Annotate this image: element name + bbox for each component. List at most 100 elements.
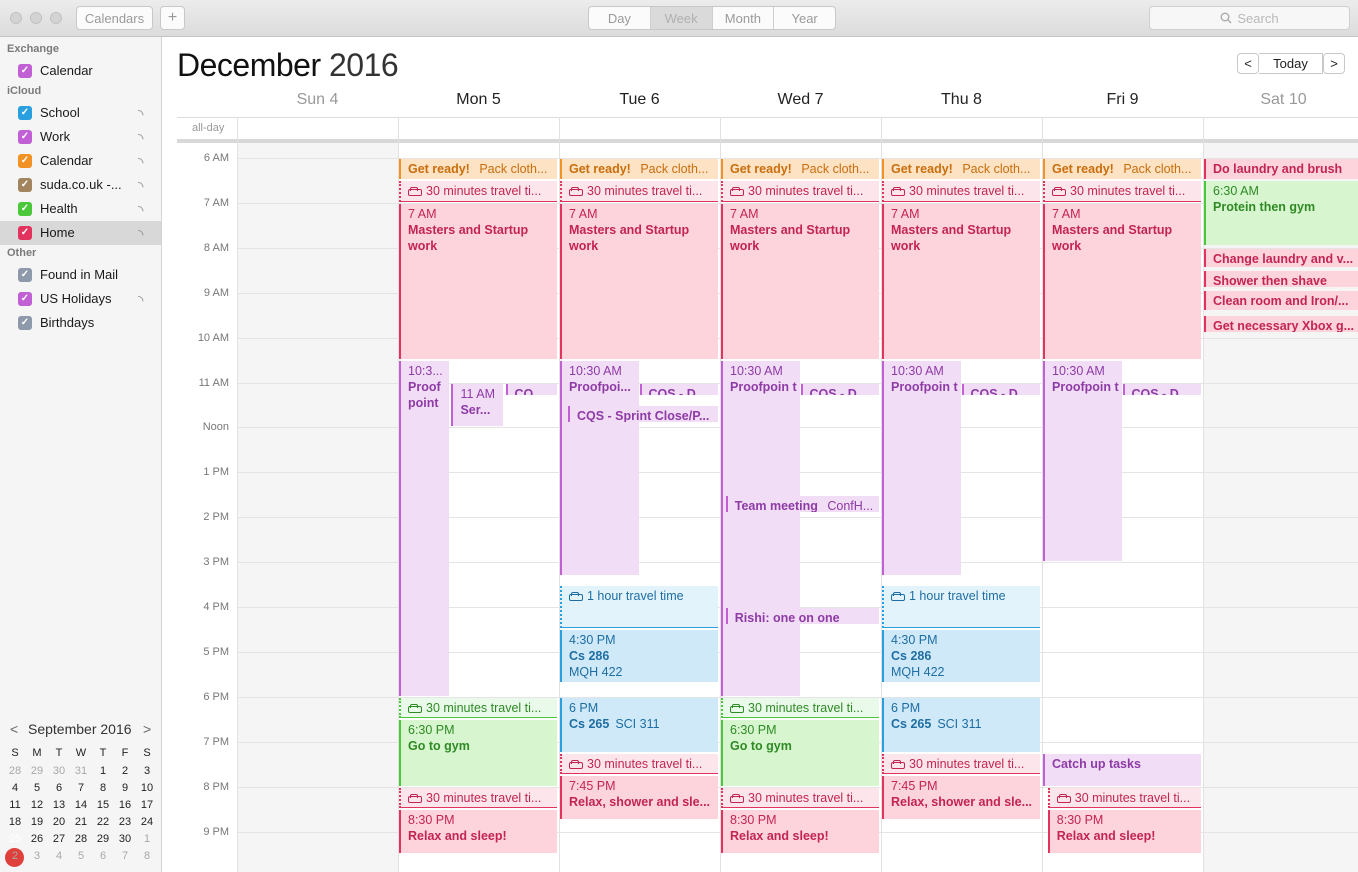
checkbox-icon[interactable]: ✓ [18,130,32,144]
calendar-event[interactable]: 6:30 PM Go to gym [721,720,879,786]
calendar-event[interactable]: 4:30 PM Cs 286 MQH 422 [560,630,718,683]
mini-calendar-day[interactable]: 29 [26,765,48,777]
day-header[interactable]: Mon 5 [398,91,559,109]
mini-calendar-day[interactable]: 2 [4,850,26,862]
day-header[interactable]: Sat 10 [1203,91,1358,109]
calendar-event[interactable]: Clean room and Iron/... [1204,291,1358,310]
mini-calendar-day[interactable]: 31 [70,765,92,777]
mini-calendar-day[interactable]: 7 [114,850,136,862]
calendars-button[interactable]: Calendars [76,6,153,30]
calendar-event[interactable]: 7:45 PM Relax, shower and sle... [882,776,1040,820]
mini-calendar-next-button[interactable]: > [143,721,151,737]
calendar-event[interactable]: 7 AM Masters and Startup work [399,203,557,360]
mini-calendar-day[interactable]: 28 [4,765,26,777]
mini-calendar-day[interactable]: 6 [48,782,70,794]
zoom-window-button[interactable] [50,12,62,24]
calendar-event[interactable]: Change laundry and v... [1204,248,1358,267]
calendar-event[interactable]: CQS - D... [1122,383,1201,395]
calendar-item[interactable]: ✓ Health ◝ [0,197,161,221]
mini-calendar-day[interactable]: 1 [92,765,114,777]
checkbox-icon[interactable]: ✓ [18,268,32,282]
mini-calendar-day[interactable]: 1 [136,833,158,845]
calendar-item[interactable]: ✓ suda.co.uk -... ◝ [0,173,161,197]
mini-calendar-day[interactable]: 6 [92,850,114,862]
mini-calendar-day[interactable]: 13 [48,799,70,811]
mini-calendar-day[interactable]: 23 [114,816,136,828]
calendar-event[interactable]: 6 PM Cs 265 SCI 311 [882,697,1040,752]
checkbox-icon[interactable]: ✓ [18,178,32,192]
calendar-event[interactable]: 7 AM Masters and Startup work [560,203,718,360]
mini-calendar-day[interactable]: 21 [70,816,92,828]
mini-calendar-day[interactable]: 18 [4,816,26,828]
mini-calendar-day[interactable]: 11 [4,799,26,811]
calendar-item[interactable]: ✓ Calendar [0,59,161,83]
search-field[interactable]: Search [1149,6,1350,30]
today-button[interactable]: Today [1259,53,1323,74]
calendar-event[interactable]: 7 AM Masters and Startup work [882,203,1040,360]
calendar-event[interactable]: 6 PM Cs 265 SCI 311 [560,697,718,752]
mini-calendar-day[interactable]: 9 [114,782,136,794]
checkbox-icon[interactable]: ✓ [18,226,32,240]
checkbox-icon[interactable]: ✓ [18,64,32,78]
calendar-item[interactable]: ✓ Found in Mail [0,263,161,287]
day-header[interactable]: Sun 4 [237,91,398,109]
calendar-event[interactable]: 6:30 PM Go to gym [399,720,557,786]
calendar-item[interactable]: ✓ US Holidays ◝ [0,287,161,311]
mini-calendar-day[interactable]: 24 [136,816,158,828]
close-window-button[interactable] [10,12,22,24]
mini-calendar-day[interactable]: 19 [26,816,48,828]
mini-calendar-day[interactable]: 14 [70,799,92,811]
mini-calendar-day[interactable]: 30 [114,833,136,845]
calendar-event[interactable]: 4:30 PM Cs 286 MQH 422 [882,630,1040,683]
mini-calendar-day[interactable]: 22 [92,816,114,828]
calendar-event[interactable]: 8:30 PM Relax and sleep! [399,810,557,853]
calendar-event[interactable]: CQS - D... [639,383,718,395]
calendar-event[interactable]: Do laundry and brush [1204,159,1358,180]
mini-calendar-day[interactable]: 5 [70,850,92,862]
calendar-event[interactable]: Catch up tasks [1043,753,1201,786]
mini-calendar-day[interactable]: 4 [48,850,70,862]
mini-calendar-prev-button[interactable]: < [10,721,18,737]
calendar-event[interactable]: CQS - D... [800,383,879,395]
calendar-event[interactable]: 10:30 AM Proofpoin t [721,361,800,696]
calendar-event[interactable]: 10:30 AM Proofpoin t [882,361,961,575]
calendar-event[interactable]: 7 AM Masters and Startup work [721,203,879,360]
calendar-event[interactable]: Team meeting ConfH... [725,495,879,512]
month-view-button[interactable]: Month [711,7,774,29]
mini-calendar-day[interactable]: 26 [26,833,48,845]
calendar-event[interactable]: 8:30 PM Relax and sleep! [1047,810,1201,853]
calendar-event[interactable]: 10:30 AM Proofpoi... [560,361,639,575]
checkbox-icon[interactable]: ✓ [18,202,32,216]
checkbox-icon[interactable]: ✓ [18,292,32,306]
mini-calendar-day[interactable]: 29 [92,833,114,845]
day-header[interactable]: Tue 6 [559,91,720,109]
mini-calendar-day[interactable]: 8 [136,850,158,862]
calendar-event[interactable]: 6:30 AM Protein then gym [1204,181,1358,245]
mini-calendar-day[interactable]: 7 [70,782,92,794]
week-view-button[interactable]: Week [649,7,712,29]
mini-calendar-day[interactable]: 25 [4,833,26,845]
previous-week-button[interactable]: < [1237,53,1259,74]
mini-calendar-day[interactable]: 20 [48,816,70,828]
checkbox-icon[interactable]: ✓ [18,154,32,168]
next-week-button[interactable]: > [1323,53,1345,74]
calendar-event[interactable]: CQS - Sprint Close/P... [567,405,718,422]
mini-calendar-day[interactable]: 4 [4,782,26,794]
calendar-item[interactable]: ✓ School ◝ [0,101,161,125]
mini-calendar-day[interactable]: 17 [136,799,158,811]
mini-calendar-day[interactable]: 12 [26,799,48,811]
mini-calendar-day[interactable]: 16 [114,799,136,811]
mini-calendar-day[interactable]: 5 [26,782,48,794]
mini-calendar-day[interactable]: 28 [70,833,92,845]
checkbox-icon[interactable]: ✓ [18,106,32,120]
calendar-event[interactable]: Get ready! Pack cloth... [882,159,1040,180]
calendar-event[interactable]: CQ... [505,383,557,395]
day-header[interactable]: Wed 7 [720,91,881,109]
calendar-item[interactable]: ✓ Work ◝ [0,125,161,149]
calendar-event[interactable]: 7 AM Masters and Startup work [1043,203,1201,360]
year-view-button[interactable]: Year [773,7,835,29]
mini-calendar-day[interactable]: 27 [48,833,70,845]
checkbox-icon[interactable]: ✓ [18,316,32,330]
mini-calendar-day[interactable]: 10 [136,782,158,794]
add-event-button[interactable]: + [160,6,185,30]
